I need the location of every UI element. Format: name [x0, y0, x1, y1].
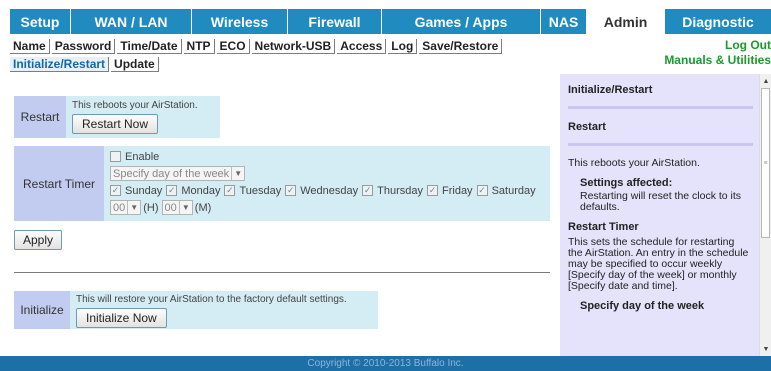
help-divider: [568, 106, 753, 109]
check-icon: ✓: [224, 185, 236, 196]
footer-copyright: Copyright © 2010-2013 Buffalo Inc.: [0, 356, 771, 371]
logout-link[interactable]: Log Out: [664, 38, 771, 53]
scroll-thumb[interactable]: ≡: [761, 88, 770, 238]
help-restart-heading: Restart: [568, 121, 606, 133]
main-content: Restart This reboots your AirStation. Re…: [10, 74, 558, 356]
help-panel: Initialize/Restart Restart This reboots …: [560, 74, 759, 356]
days-row: ✓ Sunday ✓ Monday ✓ Tuesday ✓ Wednesday ✓ Thu…: [110, 182, 540, 199]
day-label: Sunday: [125, 184, 163, 197]
schedule-mode-value: Specify day of the week: [113, 167, 230, 180]
sublink-save-restore[interactable]: Save/Restore: [419, 38, 503, 54]
day-tuesday[interactable]: ✓ Tuesday: [224, 185, 281, 197]
time-row: 00 ▼ (H) 00 ▼ (M): [110, 199, 540, 216]
day-label: Tuesday: [239, 184, 282, 197]
minute-select[interactable]: 00 ▼: [161, 200, 193, 215]
check-icon: ✓: [285, 185, 297, 196]
sublink-access[interactable]: Access: [337, 38, 387, 54]
day-monday[interactable]: ✓ Monday: [166, 185, 220, 197]
help-restart-text: This reboots your AirStation.: [568, 157, 700, 169]
restart-timer-section: Restart Timer Enable Specify day of the …: [14, 146, 550, 221]
scroll-down-icon[interactable]: ▼: [760, 343, 771, 355]
minute-unit: (M): [194, 201, 212, 214]
tab-setup[interactable]: Setup: [10, 9, 71, 34]
apply-button[interactable]: Apply: [14, 230, 63, 250]
hour-select[interactable]: 00 ▼: [110, 200, 142, 215]
help-settings-text: Restarting will reset the clock to its d…: [580, 190, 742, 213]
mode-row: Specify day of the week ▼: [110, 165, 540, 182]
check-icon: ✓: [166, 185, 178, 196]
restart-section: Restart This reboots your AirStation. Re…: [14, 96, 220, 138]
top-nav: Setup WAN / LAN Wireless Firewall Games …: [10, 9, 771, 34]
tab-wireless[interactable]: Wireless: [192, 9, 288, 34]
sublink-name[interactable]: Name: [10, 38, 50, 54]
help-scrollbar[interactable]: ▲ ≡ ▼: [759, 74, 771, 356]
chevron-down-icon: ▼: [178, 201, 192, 214]
day-label: Monday: [181, 184, 221, 197]
day-label: Thursday: [377, 184, 423, 197]
restart-timer-label: Restart Timer: [14, 146, 104, 221]
restart-label: Restart: [14, 96, 66, 138]
enable-row: Enable: [110, 148, 540, 165]
sublink-eco[interactable]: ECO: [216, 38, 250, 54]
section-divider: [14, 272, 550, 273]
sublink-initialize-restart[interactable]: Initialize/Restart: [10, 56, 110, 72]
day-label: Wednesday: [300, 184, 359, 197]
tab-wan-lan[interactable]: WAN / LAN: [71, 9, 192, 34]
scroll-up-icon[interactable]: ▲: [760, 75, 771, 87]
day-sunday[interactable]: ✓ Sunday: [110, 185, 162, 197]
help-settings-affected: Settings affected:: [580, 177, 673, 189]
enable-checkbox[interactable]: [110, 151, 121, 162]
hour-value: 00: [113, 201, 126, 214]
help-day-heading: Specify day of the week: [580, 300, 705, 312]
sublink-network-usb[interactable]: Network-USB: [251, 38, 336, 54]
day-label: Saturday: [491, 184, 536, 197]
sublink-update[interactable]: Update: [111, 56, 159, 72]
check-icon: ✓: [427, 185, 438, 196]
sublink-password[interactable]: Password: [51, 38, 116, 54]
tab-diagnostic[interactable]: Diagnostic: [665, 9, 771, 34]
day-wednesday[interactable]: ✓ Wednesday: [285, 185, 358, 197]
sublink-log[interactable]: Log: [388, 38, 418, 54]
sublink-time-date[interactable]: Time/Date: [117, 38, 182, 54]
initialize-body: This will restore your AirStation to the…: [70, 291, 353, 329]
initialize-now-button[interactable]: Initialize Now: [76, 308, 167, 328]
check-icon: ✓: [110, 185, 121, 196]
check-icon: ✓: [476, 185, 488, 196]
help-divider: [568, 143, 753, 146]
day-friday[interactable]: ✓ Friday: [427, 185, 473, 197]
help-timer-text: This sets the schedule for restarting th…: [568, 236, 749, 292]
day-label: Friday: [442, 184, 473, 197]
sub-nav: Name Password Time/Date NTP ECO Network-…: [10, 38, 771, 72]
sublink-ntp[interactable]: NTP: [183, 38, 215, 54]
hour-unit: (H): [143, 201, 159, 214]
tab-games-apps[interactable]: Games / Apps: [382, 9, 541, 34]
restart-body: This reboots your AirStation. Restart No…: [66, 96, 204, 138]
chevron-down-icon: ▼: [231, 167, 244, 180]
tab-firewall[interactable]: Firewall: [288, 9, 382, 34]
enable-label: Enable: [125, 150, 160, 163]
initialize-note: This will restore your AirStation to the…: [76, 294, 347, 305]
restart-note: This reboots your AirStation.: [72, 100, 198, 111]
schedule-mode-select[interactable]: Specify day of the week ▼: [110, 166, 246, 181]
minute-value: 00: [164, 201, 177, 214]
restart-timer-body: Enable Specify day of the week ▼ ✓ Sunday…: [104, 146, 546, 221]
tab-nas[interactable]: NAS: [541, 9, 587, 34]
chevron-down-icon: ▼: [127, 201, 140, 214]
tab-admin[interactable]: Admin: [587, 9, 665, 34]
check-icon: ✓: [362, 185, 374, 196]
help-timer-heading: Restart Timer: [568, 221, 639, 233]
restart-now-button[interactable]: Restart Now: [72, 114, 159, 134]
help-title: Initialize/Restart: [568, 84, 653, 96]
day-thursday[interactable]: ✓ Thursday: [362, 185, 423, 197]
manuals-utilities-link[interactable]: Manuals & Utilities: [664, 53, 771, 68]
day-saturday[interactable]: ✓ Saturday: [476, 184, 536, 197]
initialize-label: Initialize: [14, 291, 70, 329]
initialize-section: Initialize This will restore your AirSta…: [14, 291, 378, 329]
